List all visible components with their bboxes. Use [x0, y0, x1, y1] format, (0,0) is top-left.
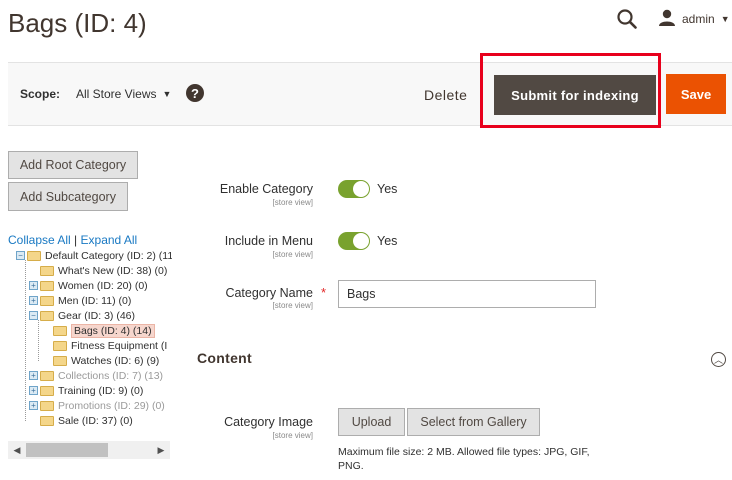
tree-node[interactable]: Watches (ID: 6) (9) — [42, 353, 159, 368]
page-title: Bags (ID: 4) — [8, 8, 147, 38]
tree-node-label[interactable]: Watches (ID: 6) (9) — [71, 355, 159, 367]
scrollbar-thumb[interactable] — [26, 443, 108, 457]
folder-icon — [40, 370, 54, 381]
tree-node[interactable]: − Default Category (ID: 2) (11 — [16, 248, 172, 263]
tree-node-label[interactable]: What's New (ID: 38) (0) — [58, 265, 167, 277]
expand-node-icon[interactable]: + — [29, 401, 38, 410]
enable-category-scope: [store view] — [272, 198, 313, 207]
tree-node[interactable]: + Men (ID: 11) (0) — [29, 293, 131, 308]
folder-icon — [40, 400, 54, 411]
tree-node[interactable]: + Promotions (ID: 29) (0) — [29, 398, 165, 413]
enable-category-label: Enable Category — [219, 182, 313, 196]
scope-value: All Store Views — [76, 87, 157, 101]
tree-node[interactable]: − Gear (ID: 3) (46) — [29, 308, 135, 323]
tree-node-label[interactable]: Promotions (ID: 29) (0) — [58, 400, 165, 412]
highlight-annotation — [480, 53, 661, 128]
include-in-menu-scope: [store view] — [272, 250, 313, 259]
folder-icon — [40, 415, 54, 426]
tree-node[interactable]: Fitness Equipment (I — [42, 338, 167, 353]
enable-category-value: Yes — [377, 182, 398, 196]
collapse-all-link[interactable]: Collapse All — [8, 233, 71, 247]
folder-icon — [27, 250, 41, 261]
include-in-menu-label: Include in Menu — [224, 234, 313, 248]
delete-button[interactable]: Delete — [424, 87, 467, 103]
tree-node[interactable]: Bags (ID: 4) (14) — [42, 323, 155, 338]
tree-expand-controls: Collapse All | Expand All — [8, 233, 137, 247]
scroll-right-icon[interactable]: ▶ — [152, 445, 170, 456]
tree-node-label[interactable]: Sale (ID: 37) (0) — [58, 415, 133, 427]
tree-node-label[interactable]: Bags (ID: 4) (14) — [71, 323, 155, 338]
chevron-down-icon: ▼ — [720, 14, 730, 24]
tree-node[interactable]: + Collections (ID: 7) (13) — [29, 368, 163, 383]
folder-icon — [40, 310, 54, 321]
tree-node[interactable]: + Women (ID: 20) (0) — [29, 278, 148, 293]
tree-node[interactable]: + Training (ID: 9) (0) — [29, 383, 143, 398]
tree-node[interactable]: What's New (ID: 38) (0) — [29, 263, 167, 278]
content-section-title[interactable]: Content — [197, 350, 252, 366]
search-icon[interactable] — [616, 8, 638, 30]
add-subcategory-button[interactable]: Add Subcategory — [8, 182, 128, 211]
tree-node-label[interactable]: Women (ID: 20) (0) — [58, 280, 148, 292]
category-name-scope: [store view] — [272, 301, 313, 310]
save-button[interactable]: Save — [666, 74, 726, 114]
expand-node-icon[interactable]: + — [29, 386, 38, 395]
chevron-down-icon: ▼ — [162, 89, 172, 99]
folder-icon — [40, 265, 54, 276]
user-menu[interactable]: admin ▼ — [658, 8, 730, 30]
folder-icon — [53, 325, 67, 336]
include-in-menu-toggle[interactable] — [338, 232, 370, 250]
tree-node-label[interactable]: Gear (ID: 3) (46) — [58, 310, 135, 322]
user-name: admin — [682, 12, 715, 26]
expand-node-icon[interactable]: + — [29, 281, 38, 290]
required-marker: * — [321, 285, 327, 300]
folder-icon — [40, 280, 54, 291]
enable-category-toggle[interactable] — [338, 180, 370, 198]
category-name-input[interactable]: Bags — [338, 280, 596, 308]
folder-icon — [40, 295, 54, 306]
expand-all-link[interactable]: Expand All — [81, 233, 138, 247]
category-image-label: Category Image — [224, 415, 313, 429]
tree-node[interactable]: Sale (ID: 37) (0) — [29, 413, 133, 428]
scope-switcher[interactable]: All Store Views ▼ — [76, 87, 171, 101]
add-root-category-button[interactable]: Add Root Category — [8, 151, 138, 179]
expand-node-icon[interactable]: + — [29, 296, 38, 305]
user-icon — [658, 9, 676, 30]
help-icon[interactable]: ? — [186, 84, 204, 102]
tree-horizontal-scrollbar[interactable]: ◀ ▶ — [8, 441, 170, 459]
upload-button[interactable]: Upload — [338, 408, 405, 436]
collapse-node-icon[interactable]: − — [29, 311, 38, 320]
folder-icon — [53, 340, 67, 351]
collapse-node-icon[interactable]: − — [16, 251, 25, 260]
scroll-left-icon[interactable]: ◀ — [8, 445, 26, 456]
chevron-up-icon[interactable]: ︿ — [711, 352, 726, 367]
folder-icon — [53, 355, 67, 366]
file-size-note: Maximum file size: 2 MB. Allowed file ty… — [338, 446, 590, 472]
include-in-menu-value: Yes — [377, 234, 398, 248]
tree-connector-line — [25, 260, 26, 421]
tree-links-separator: | — [74, 233, 78, 247]
category-tree: − Default Category (ID: 2) (11 What's New … — [8, 248, 172, 430]
scope-label: Scope: — [20, 87, 61, 101]
tree-node-label[interactable]: Collections (ID: 7) (13) — [58, 370, 163, 382]
folder-icon — [40, 385, 54, 396]
select-from-gallery-button[interactable]: Select from Gallery — [407, 408, 540, 436]
category-name-label: Category Name — [225, 286, 313, 300]
expand-node-icon[interactable]: + — [29, 371, 38, 380]
tree-node-label[interactable]: Training (ID: 9) (0) — [58, 385, 143, 397]
category-image-scope: [store view] — [272, 431, 313, 440]
tree-connector-line — [38, 320, 39, 361]
tree-node-label[interactable]: Fitness Equipment (I — [71, 340, 167, 352]
tree-node-label[interactable]: Default Category (ID: 2) (11 — [45, 250, 172, 262]
tree-node-label[interactable]: Men (ID: 11) (0) — [58, 295, 131, 307]
